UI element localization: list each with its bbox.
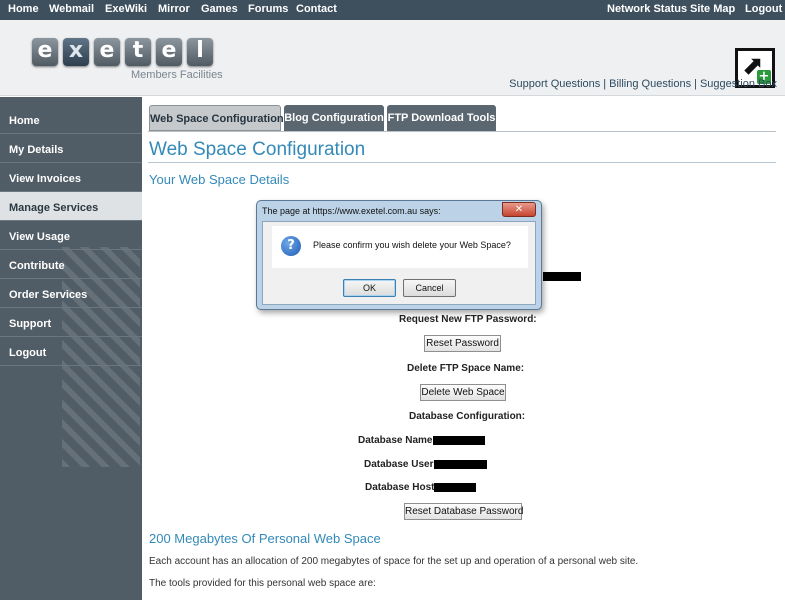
topnav-home[interactable]: Home	[8, 3, 39, 15]
ok-button[interactable]: OK	[343, 279, 396, 297]
logo-letter: x	[63, 38, 89, 66]
title-divider	[148, 162, 776, 163]
logo-letter: e	[156, 38, 182, 66]
sidebar-item-view-invoices[interactable]: View Invoices	[0, 163, 142, 192]
allocation-paragraph: Each account has an allocation of 200 me…	[149, 556, 639, 567]
logo-letter: l	[187, 38, 213, 66]
billing-questions-link[interactable]: Billing Questions	[609, 78, 691, 90]
logo-subtitle: Members Facilities	[131, 69, 223, 81]
topnav-mirror[interactable]: Mirror	[158, 3, 190, 15]
web-space-details-heading: Your Web Space Details	[149, 172, 290, 187]
link-separator: |	[603, 78, 607, 90]
tab-ftp-download-tools[interactable]: FTP Download Tools	[387, 105, 496, 131]
question-icon: ?	[281, 236, 301, 256]
sidebar-item-order-services[interactable]: Order Services	[0, 279, 142, 308]
topnav-logout[interactable]: Logout	[745, 3, 782, 15]
reset-password-button[interactable]: Reset Password	[424, 335, 501, 352]
confirm-dialog: The page at https://www.exetel.com.au sa…	[256, 200, 542, 310]
topnav-webmail[interactable]: Webmail	[49, 3, 94, 15]
support-links: Support Questions | Billing Questions | Sugg…	[509, 78, 777, 90]
topnav-contact[interactable]: Contact	[296, 3, 337, 15]
tab-web-space-configuration[interactable]: Web Space Configuration	[149, 105, 284, 131]
redacted-value	[543, 272, 581, 281]
site-header: e x e t e l Members Facilities ⬈ + Suppo…	[0, 20, 785, 96]
exetel-logo[interactable]: e x e t e l	[32, 38, 220, 70]
database-name-label: Database Name:	[358, 435, 436, 446]
redacted-database-name	[433, 436, 485, 445]
tools-paragraph: The tools provided for this personal web…	[149, 578, 376, 589]
dialog-body: ? Please confirm you wish delete your We…	[262, 221, 536, 305]
page-title: Web Space Configuration	[149, 139, 366, 160]
support-questions-link[interactable]: Support Questions	[509, 78, 600, 90]
topnav-network-status[interactable]: Network Status	[607, 3, 687, 15]
sidebar-item-view-usage[interactable]: View Usage	[0, 221, 142, 250]
sidebar-item-support[interactable]: Support	[0, 308, 142, 337]
sidebar-item-logout[interactable]: Logout	[0, 337, 142, 366]
dialog-title: The page at https://www.exetel.com.au sa…	[262, 206, 441, 216]
database-host-label: Database Host:	[365, 482, 438, 493]
suggestion-box-link[interactable]: Suggestion Box	[700, 78, 777, 90]
personal-web-space-heading: 200 Megabytes Of Personal Web Space	[149, 531, 381, 546]
request-ftp-password-label: Request New FTP Password:	[399, 314, 537, 325]
top-nav: Home Webmail ExeWiki Mirror Games Forums…	[0, 0, 785, 20]
topnav-games[interactable]: Games	[201, 3, 238, 15]
sidebar-item-home[interactable]: Home	[0, 105, 142, 134]
link-separator: |	[694, 78, 697, 90]
sidebar-item-contribute[interactable]: Contribute	[0, 250, 142, 279]
topnav-forums[interactable]: Forums	[248, 3, 288, 15]
dialog-message: Please confirm you wish delete your Web …	[313, 240, 511, 250]
sidebar-item-manage-services[interactable]: Manage Services	[0, 192, 142, 221]
redacted-database-user	[434, 460, 487, 469]
close-icon[interactable]: ✕	[502, 202, 536, 217]
redacted-database-host	[434, 483, 476, 492]
tab-underline	[148, 131, 776, 132]
reset-database-password-button[interactable]: Reset Database Password	[404, 503, 523, 520]
delete-web-space-button[interactable]: Delete Web Space	[420, 384, 506, 401]
logo-letter: e	[32, 38, 58, 66]
logo-letter: e	[94, 38, 120, 66]
sidebar-item-my-details[interactable]: My Details	[0, 134, 142, 163]
database-user-label: Database User:	[364, 459, 437, 470]
sidebar: Home My Details View Invoices Manage Ser…	[0, 97, 142, 600]
topnav-site-map[interactable]: Site Map	[690, 3, 735, 15]
logo-letter: t	[125, 38, 151, 66]
tab-blog-configuration[interactable]: Blog Configuration	[284, 105, 384, 131]
topnav-exewiki[interactable]: ExeWiki	[105, 3, 147, 15]
delete-ftp-space-label: Delete FTP Space Name:	[407, 363, 525, 374]
database-configuration-label: Database Configuration:	[409, 411, 526, 422]
cancel-button[interactable]: Cancel	[403, 279, 456, 297]
